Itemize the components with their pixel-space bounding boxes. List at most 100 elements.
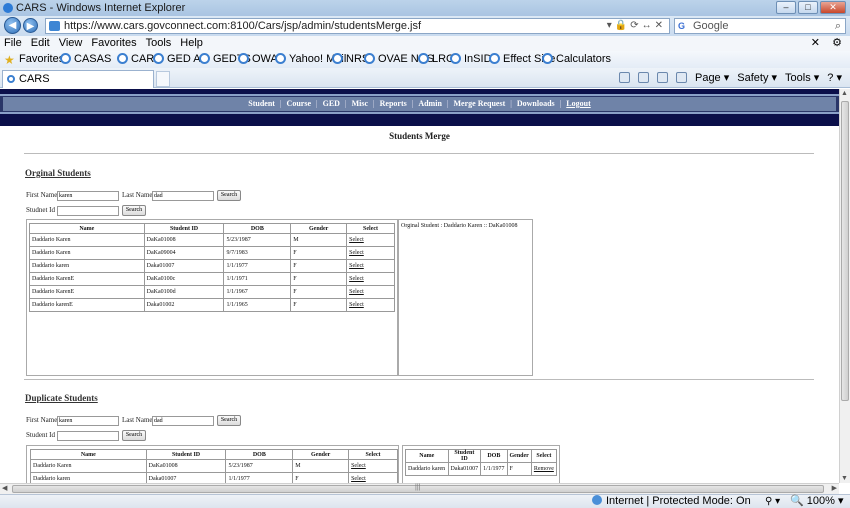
favorites-button[interactable]: ★ Favorites: [4, 51, 64, 68]
select-link[interactable]: Select: [349, 289, 364, 295]
select-link[interactable]: Select: [349, 302, 364, 308]
col-student-id: Student ID: [143, 223, 225, 234]
ie-page-icon: [332, 53, 343, 64]
menu-tools[interactable]: Tools: [146, 37, 172, 49]
select-link[interactable]: Select: [351, 476, 366, 482]
feeds-icon[interactable]: [637, 72, 649, 83]
address-tools-icons[interactable]: ▾🔒⟳↔✕: [607, 19, 666, 33]
nav-logout[interactable]: Logout: [566, 99, 590, 108]
fav-calculators[interactable]: Calculators: [542, 51, 611, 68]
search-box[interactable]: G Google ⌕: [674, 18, 846, 34]
menu-view[interactable]: View: [59, 37, 83, 49]
help-menu[interactable]: ? ▾: [827, 71, 842, 84]
protected-mode-icon[interactable]: ⚲ ▾: [765, 495, 780, 508]
zoom-level[interactable]: 🔍 100% ▾: [790, 495, 844, 508]
scroll-grip-icon: |||: [415, 484, 421, 491]
cell-student-id: Daka01007: [143, 259, 225, 273]
page-menu[interactable]: Page ▾: [695, 71, 729, 84]
close-toolbar-icon[interactable]: ✕: [811, 36, 820, 51]
col-name: Name: [29, 223, 145, 234]
select-link[interactable]: Select: [351, 463, 366, 469]
cell-dob: 1/1/1977: [480, 462, 508, 476]
nav-ged[interactable]: GED: [323, 99, 340, 108]
nav-student[interactable]: Student: [248, 99, 275, 108]
mail-icon[interactable]: [656, 72, 668, 83]
orig-first-name-input[interactable]: karen: [57, 191, 119, 201]
new-tab-button[interactable]: [156, 71, 170, 87]
globe-icon: [592, 495, 602, 505]
cell-gender: F: [292, 472, 350, 483]
google-logo-icon: G: [678, 21, 686, 31]
orig-student-id-label: Studnet Id: [26, 206, 55, 214]
page-content: Student | Course | GED | Misc | Reports | Admin | Me…: [0, 89, 839, 483]
tab-title: CARS: [19, 73, 50, 85]
toolbar-settings-icon[interactable]: ⚙: [832, 36, 842, 51]
fav-owa[interactable]: OWA: [238, 51, 278, 68]
search-icon[interactable]: ⌕: [835, 19, 841, 33]
nav-course[interactable]: Course: [287, 99, 311, 108]
col-select: Select: [346, 223, 395, 234]
minimize-button[interactable]: –: [776, 1, 796, 14]
dup-last-name-input[interactable]: dad: [152, 416, 214, 426]
col-gender: Gender: [292, 449, 350, 460]
browser-window: CARS - Windows Internet Explorer – □ ✕ ◀…: [0, 0, 850, 508]
forward-button[interactable]: ▶: [23, 18, 38, 33]
vertical-scroll-thumb[interactable]: [841, 101, 849, 401]
cell-dob: 1/1/1965: [223, 298, 292, 312]
vertical-scrollbar[interactable]: ▲ ▼: [839, 89, 850, 483]
print-icon[interactable]: [675, 72, 687, 83]
maximize-button[interactable]: □: [798, 1, 818, 14]
scroll-down-icon[interactable]: ▼: [841, 475, 848, 482]
orig-last-name-input[interactable]: dad: [152, 191, 214, 201]
dup-name-search-button[interactable]: Search: [217, 415, 241, 426]
cell-student-id: DaKa01008: [145, 459, 227, 473]
address-bar[interactable]: https://www.cars.govconnect.com:8100/Car…: [45, 18, 670, 34]
select-link[interactable]: Select: [349, 276, 364, 282]
original-students-heading: Orginal Students: [25, 168, 91, 178]
safety-menu[interactable]: Safety ▾: [737, 71, 777, 84]
menu-file[interactable]: File: [4, 37, 22, 49]
nav-misc[interactable]: Misc: [352, 99, 368, 108]
calculator-icon: [542, 53, 553, 64]
tab-cars[interactable]: CARS: [2, 70, 154, 88]
cell-student-id: DaKa0100c: [143, 272, 225, 286]
orig-student-id-input[interactable]: [57, 206, 119, 216]
cell-select: Select: [346, 233, 395, 247]
select-link[interactable]: Select: [349, 263, 364, 269]
scroll-up-icon[interactable]: ▲: [841, 90, 848, 97]
cell-gender: F: [290, 259, 348, 273]
nav-downloads[interactable]: Downloads: [517, 99, 555, 108]
menu-edit[interactable]: Edit: [31, 37, 50, 49]
tools-menu[interactable]: Tools ▾: [785, 71, 819, 84]
back-button[interactable]: ◀: [4, 17, 21, 34]
select-link[interactable]: Select: [349, 237, 364, 243]
dup-first-name-label: First Name: [26, 416, 58, 424]
dup-id-search-button[interactable]: Search: [122, 430, 146, 441]
horizontal-scrollbar[interactable]: ◀ ||| ▶: [0, 483, 839, 494]
orig-id-search-button[interactable]: Search: [122, 205, 146, 216]
fav-casas[interactable]: CASAS: [60, 51, 111, 68]
cell-gender: F: [506, 462, 532, 476]
home-icon[interactable]: [618, 72, 630, 83]
orig-name-search-button[interactable]: Search: [217, 190, 241, 201]
dup-first-name-input[interactable]: karen: [57, 416, 119, 426]
table-header-row: Name Student ID DOB Gender Select: [29, 223, 395, 234]
menu-favorites[interactable]: Favorites: [91, 37, 136, 49]
close-button[interactable]: ✕: [820, 1, 846, 14]
menu-help[interactable]: Help: [180, 37, 203, 49]
dup-student-id-input[interactable]: [57, 431, 119, 441]
security-zone[interactable]: Internet | Protected Mode: On: [592, 495, 751, 508]
scroll-left-icon[interactable]: ◀: [2, 484, 7, 493]
window-controls: – □ ✕: [776, 1, 846, 14]
remove-link[interactable]: Remove: [534, 466, 554, 472]
col-gender: Gender: [290, 223, 348, 234]
table-row: Daddario Karen DaKa01008 5/23/1987 M Select: [29, 233, 395, 247]
select-link[interactable]: Select: [349, 250, 364, 256]
cell-gender: F: [290, 272, 348, 286]
scroll-right-icon[interactable]: ▶: [832, 484, 837, 493]
nav-merge-request[interactable]: Merge Request: [454, 99, 506, 108]
nav-admin[interactable]: Admin: [418, 99, 442, 108]
nav-reports[interactable]: Reports: [380, 99, 407, 108]
fav-lrc[interactable]: LRC: [418, 51, 454, 68]
window-title: CARS - Windows Internet Explorer: [16, 2, 186, 14]
